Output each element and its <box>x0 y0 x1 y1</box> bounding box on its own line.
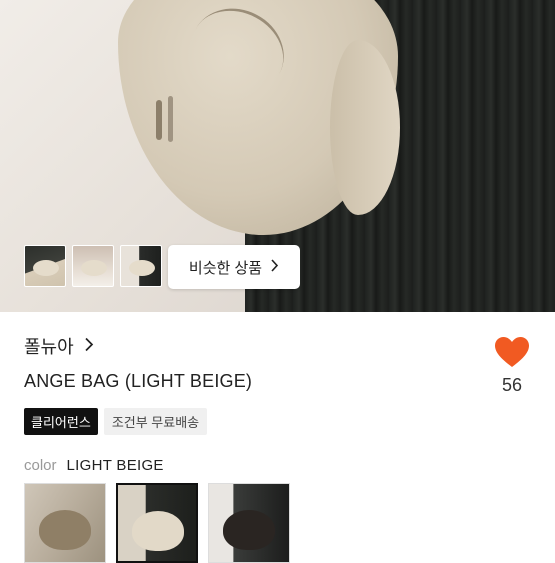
product-title: ANGE BAG (LIGHT BEIGE) <box>24 371 253 391</box>
color-swatch[interactable] <box>208 483 290 563</box>
color-value: LIGHT BEIGE <box>66 457 164 474</box>
thumbnail-bag <box>129 260 155 276</box>
like-count: 56 <box>501 375 523 395</box>
swatch-bag <box>223 510 275 550</box>
chevron-right-icon <box>84 337 94 356</box>
badge-row: 클리어런스 조건부 무료배송 <box>24 408 208 435</box>
thumbnail-strip <box>24 245 162 287</box>
color-swatch-list <box>24 483 290 563</box>
heart-icon <box>495 337 529 367</box>
thumbnail-bag <box>33 260 59 276</box>
color-swatch-selected[interactable] <box>116 483 198 563</box>
zipper-puller <box>168 96 173 142</box>
brand-name: 폴뉴아 <box>24 337 74 357</box>
swatch-bag <box>39 510 91 550</box>
brand-link[interactable]: 폴뉴아 <box>24 333 94 359</box>
thumbnail-1[interactable] <box>24 245 66 287</box>
zipper-puller <box>156 100 162 140</box>
clearance-badge: 클리어런스 <box>24 408 98 435</box>
similar-products-button[interactable]: 비슷한 상품 <box>168 245 300 289</box>
like-button[interactable]: 56 <box>490 336 534 396</box>
swatch-bag <box>132 511 184 551</box>
color-label: color <box>24 457 57 474</box>
thumbnail-bag <box>81 260 107 276</box>
shipping-badge: 조건부 무료배송 <box>103 408 208 435</box>
chevron-right-icon <box>270 258 279 276</box>
similar-products-label: 비슷한 상품 <box>188 259 263 277</box>
color-swatch[interactable] <box>24 483 106 563</box>
thumbnail-2[interactable] <box>72 245 114 287</box>
thumbnail-3[interactable] <box>120 245 162 287</box>
color-option: color LIGHT BEIGE <box>24 457 164 474</box>
product-hero-image[interactable]: 비슷한 상품 <box>0 0 555 312</box>
